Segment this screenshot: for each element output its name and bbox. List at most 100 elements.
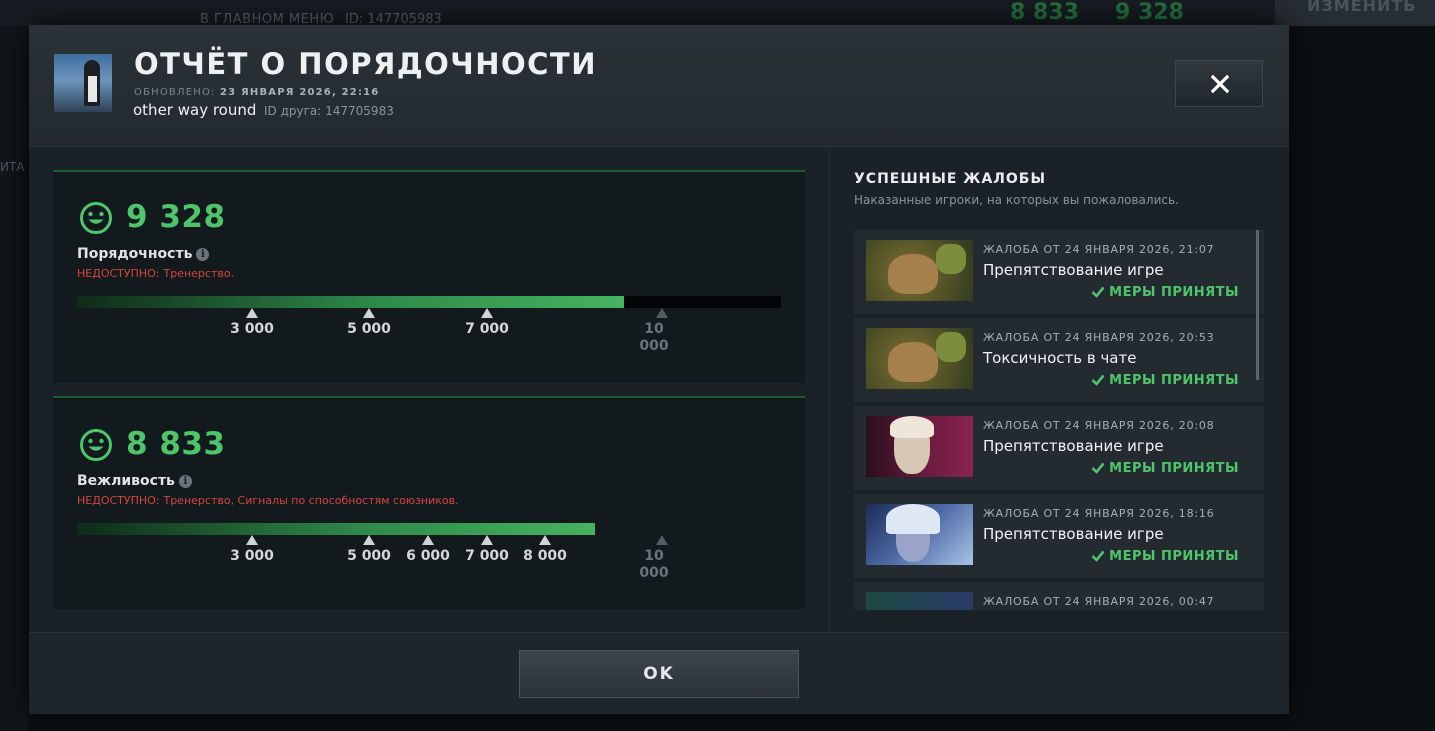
background-courtesy-score: 8 833 xyxy=(1010,0,1079,25)
report-item[interactable]: ЖАЛОБА ОТ 24 ЯНВАРЯ 2026, 20:08 Препятст… xyxy=(854,406,1264,490)
close-button[interactable] xyxy=(1175,60,1263,107)
hero-portrait xyxy=(866,592,973,610)
close-icon xyxy=(1210,74,1230,94)
conduct-score-panel: 9 328 Порядочность i НЕДОСТУПНО: Тренерств… xyxy=(53,170,805,383)
report-date: ЖАЛОБА ОТ 24 ЯНВАРЯ 2026, 21:07 xyxy=(983,243,1215,256)
conduct-progress-bar xyxy=(77,296,781,308)
report-reason: Препятствование игре xyxy=(983,525,1164,543)
updated-label: ОБНОВЛЕНО: xyxy=(134,87,216,98)
reports-title: УСПЕШНЫЕ ЖАЛОБЫ xyxy=(854,171,1046,187)
reports-list[interactable]: ЖАЛОБА ОТ 24 ЯНВАРЯ 2026, 21:07 Препятст… xyxy=(854,230,1264,610)
background-conduct-score: 9 328 xyxy=(1115,0,1184,25)
report-status: МЕРЫ ПРИНЯТЫ xyxy=(1091,373,1239,388)
report-item[interactable]: ЖАЛОБА ОТ 24 ЯНВАРЯ 2026, 00:47 xyxy=(854,582,1264,610)
conduct-progress-fill xyxy=(77,296,625,308)
report-date: ЖАЛОБА ОТ 24 ЯНВАРЯ 2026, 20:08 xyxy=(983,419,1215,432)
hero-portrait-invoker xyxy=(866,416,973,477)
checkmark-icon xyxy=(1091,550,1105,562)
courtesy-label-text: Вежливость xyxy=(77,473,175,489)
tick-marker xyxy=(246,535,258,545)
tick-label-max-line2: 000 xyxy=(639,565,669,581)
background-left-strip xyxy=(0,26,28,731)
checkmark-icon xyxy=(1091,374,1105,386)
tick-label-max-line1: 10 xyxy=(644,548,664,564)
hero-portrait-pudge xyxy=(866,240,973,301)
tick-label-max-line1: 10 xyxy=(644,321,664,337)
conduct-label-text: Порядочность xyxy=(77,246,193,262)
conduct-score-value: 9 328 xyxy=(126,199,226,235)
updated-timestamp: ОБНОВЛЕНО: 23 ЯНВАРЯ 2026, 22:16 xyxy=(134,87,379,98)
conduct-report-modal: ОТЧЁТ О ПОРЯДОЧНОСТИ ОБНОВЛЕНО: 23 ЯНВАР… xyxy=(29,25,1289,714)
unavailable-items: Тренерство. xyxy=(163,267,235,280)
tick-label: 6 000 xyxy=(406,548,450,564)
report-date: ЖАЛОБА ОТ 24 ЯНВАРЯ 2026, 20:53 xyxy=(983,331,1215,344)
modal-header: ОТЧЁТ О ПОРЯДОЧНОСТИ ОБНОВЛЕНО: 23 ЯНВАР… xyxy=(29,25,1289,147)
tick-marker xyxy=(422,535,434,545)
hero-portrait-pudge xyxy=(866,328,973,389)
updated-value: 23 ЯНВАРЯ 2026, 22:16 xyxy=(219,87,380,98)
modal-title: ОТЧЁТ О ПОРЯДОЧНОСТИ xyxy=(134,47,597,81)
report-item[interactable]: ЖАЛОБА ОТ 24 ЯНВАРЯ 2026, 20:53 Токсично… xyxy=(854,318,1264,402)
background-side-label: ИТА xyxy=(0,160,25,174)
unavailable-label: НЕДОСТУПНО: xyxy=(77,494,160,507)
info-icon[interactable]: i xyxy=(178,475,192,488)
hero-portrait-drow-ranger xyxy=(866,504,973,565)
tick-label: 8 000 xyxy=(523,548,567,564)
tick-marker xyxy=(363,535,375,545)
tick-marker xyxy=(539,535,551,545)
reports-subtitle: Наказанные игроки, на которых вы пожалов… xyxy=(854,193,1179,207)
username: other way round xyxy=(133,101,257,119)
reports-scrollbar[interactable] xyxy=(1256,230,1259,380)
report-status-text: МЕРЫ ПРИНЯТЫ xyxy=(1109,549,1239,564)
tick-label: 3 000 xyxy=(230,548,274,564)
tick-label: 5 000 xyxy=(347,548,391,564)
tick-label-max: 10 000 xyxy=(634,321,674,355)
column-divider xyxy=(829,146,830,633)
checkmark-icon xyxy=(1091,462,1105,474)
smiley-icon xyxy=(80,429,112,461)
report-reason: Препятствование игре xyxy=(983,261,1164,279)
courtesy-label: Вежливость i xyxy=(77,473,192,489)
tick-marker xyxy=(363,308,375,318)
avatar xyxy=(54,54,112,112)
background-change-button: ИЗМЕНИТЬ xyxy=(1275,0,1435,26)
report-item[interactable]: ЖАЛОБА ОТ 24 ЯНВАРЯ 2026, 18:16 Препятст… xyxy=(854,494,1264,578)
report-date: ЖАЛОБА ОТ 24 ЯНВАРЯ 2026, 18:16 xyxy=(983,507,1215,520)
report-status-text: МЕРЫ ПРИНЯТЫ xyxy=(1109,373,1239,388)
tick-marker xyxy=(481,308,493,318)
courtesy-score-value: 8 833 xyxy=(126,426,226,462)
report-status: МЕРЫ ПРИНЯТЫ xyxy=(1091,549,1239,564)
unavailable-label: НЕДОСТУПНО: xyxy=(77,267,160,280)
tick-label: 7 000 xyxy=(465,321,509,337)
courtesy-unavailable: НЕДОСТУПНО: Тренерство, Сигналы по способ… xyxy=(77,494,459,507)
courtesy-progress-bar xyxy=(77,523,781,535)
smiley-icon xyxy=(80,202,112,234)
report-reason: Токсичность в чате xyxy=(983,349,1137,367)
report-status-text: МЕРЫ ПРИНЯТЫ xyxy=(1109,285,1239,300)
friend-id: ID друга: 147705983 xyxy=(264,104,394,118)
courtesy-score-panel: 8 833 Вежливость i НЕДОСТУПНО: Тренерство,… xyxy=(53,396,805,609)
report-reason: Препятствование игре xyxy=(983,437,1164,455)
background-change-label: ИЗМЕНИТЬ xyxy=(1307,0,1417,15)
checkmark-icon xyxy=(1091,286,1105,298)
report-date: ЖАЛОБА ОТ 24 ЯНВАРЯ 2026, 00:47 xyxy=(983,595,1215,608)
courtesy-progress-fill xyxy=(77,523,596,535)
report-status-text: МЕРЫ ПРИНЯТЫ xyxy=(1109,461,1239,476)
report-item[interactable]: ЖАЛОБА ОТ 24 ЯНВАРЯ 2026, 21:07 Препятст… xyxy=(854,230,1264,314)
modal-footer: OK xyxy=(29,632,1289,714)
tick-label-max-line2: 000 xyxy=(639,338,669,354)
tick-marker xyxy=(481,535,493,545)
info-icon[interactable]: i xyxy=(196,248,210,261)
tick-marker xyxy=(246,308,258,318)
tick-marker-max xyxy=(656,308,668,318)
tick-label: 3 000 xyxy=(230,321,274,337)
ok-button[interactable]: OK xyxy=(519,650,799,698)
report-status: МЕРЫ ПРИНЯТЫ xyxy=(1091,285,1239,300)
tick-label: 5 000 xyxy=(347,321,391,337)
unavailable-items: Тренерство, Сигналы по способностям союз… xyxy=(163,494,459,507)
tick-label: 7 000 xyxy=(465,548,509,564)
report-status: МЕРЫ ПРИНЯТЫ xyxy=(1091,461,1239,476)
conduct-label: Порядочность i xyxy=(77,246,210,262)
tick-marker-max xyxy=(656,535,668,545)
conduct-unavailable: НЕДОСТУПНО: Тренерство. xyxy=(77,267,234,280)
